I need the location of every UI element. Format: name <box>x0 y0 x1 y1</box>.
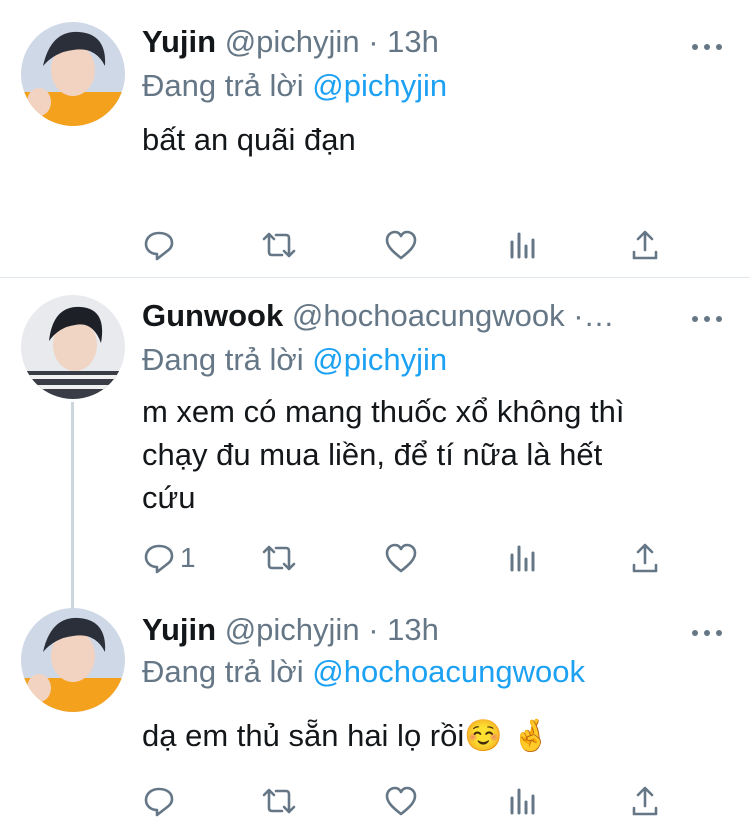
tweet-actions <box>142 228 682 262</box>
share-button[interactable] <box>630 784 660 818</box>
avatar-yujin[interactable] <box>21 608 125 712</box>
tweet-3[interactable]: Yujin @pichyjin · 13h Đang trả lời @hoch… <box>0 600 750 827</box>
timestamp[interactable]: 13h <box>387 24 439 59</box>
retweet-button[interactable] <box>260 784 298 818</box>
tweet-text-line: chạy đu mua liền, để tí nữa là hết <box>142 437 603 472</box>
retweet-icon <box>262 545 296 571</box>
replying-to: Đang trả lời @hochoacungwook <box>142 654 585 690</box>
more-icon[interactable] <box>692 312 722 326</box>
user-handle[interactable]: @pichyjin <box>225 24 360 59</box>
reply-icon <box>144 231 174 261</box>
user-handle[interactable]: @hochoacungwook <box>292 298 565 333</box>
display-name[interactable]: Yujin <box>142 24 216 59</box>
like-icon <box>385 786 417 816</box>
analytics-button[interactable] <box>508 541 538 575</box>
tweet-text: bất an quãi đạn <box>142 122 356 157</box>
share-icon <box>632 543 658 573</box>
tweet-text-line: m xem có mang thuốc xổ không thì <box>142 394 625 429</box>
avatar-gunwook[interactable] <box>21 295 125 399</box>
like-button[interactable] <box>384 228 418 262</box>
share-icon <box>632 786 658 816</box>
tweet-1[interactable]: Yujin @pichyjin · 13h Đang trả lời @pich… <box>0 0 750 277</box>
tweet-header: Yujin @pichyjin · 13h <box>142 24 690 60</box>
retweet-button[interactable] <box>260 541 298 575</box>
like-icon <box>385 543 417 573</box>
retweet-button[interactable] <box>260 228 298 262</box>
tweet-header: Gunwook @hochoacungwook ·… <box>142 298 690 334</box>
replying-to: Đang trả lời @pichyjin <box>142 68 447 104</box>
more-icon[interactable] <box>692 626 722 640</box>
avatar-image <box>21 22 125 126</box>
tweet-header: Yujin @pichyjin · 13h <box>142 612 690 648</box>
like-button[interactable] <box>384 541 418 575</box>
reply-count: 1 <box>180 542 196 573</box>
retweet-icon <box>262 232 296 258</box>
tweet-2[interactable]: Gunwook @hochoacungwook ·… Đang trả lời … <box>0 278 750 614</box>
reply-button[interactable] <box>142 228 180 262</box>
analytics-icon <box>510 545 535 572</box>
display-name[interactable]: Yujin <box>142 612 216 647</box>
thread-line <box>71 402 74 614</box>
analytics-icon <box>510 788 535 815</box>
tweet-text: m xem có mang thuốc xổ không thì chạy đu… <box>142 390 722 519</box>
user-handle[interactable]: @pichyjin <box>225 612 360 647</box>
avatar-image <box>21 608 125 712</box>
tweet-text: dạ em thủ sẵn hai lọ rồi☺️ 🤞 <box>142 718 551 753</box>
timestamp[interactable]: 13h <box>387 612 439 647</box>
mention-link[interactable]: @pichyjin <box>312 342 447 377</box>
mention-link[interactable]: @hochoacungwook <box>312 654 585 689</box>
replying-to-label: Đang trả lời <box>142 68 304 103</box>
reply-button[interactable] <box>142 784 180 818</box>
avatar-image <box>21 295 125 399</box>
reply-icon <box>144 544 174 574</box>
tweet-actions: 1 <box>142 541 682 575</box>
retweet-icon <box>262 788 296 814</box>
analytics-button[interactable] <box>508 784 538 818</box>
share-button[interactable] <box>630 228 660 262</box>
reply-icon <box>144 787 174 817</box>
like-icon <box>385 230 417 260</box>
share-icon <box>632 230 658 260</box>
replying-to: Đang trả lời @pichyjin <box>142 342 447 378</box>
tweet-text-line: cứu <box>142 480 196 515</box>
replying-to-label: Đang trả lời <box>142 654 304 689</box>
analytics-button[interactable] <box>508 228 538 262</box>
display-name[interactable]: Gunwook <box>142 298 283 333</box>
separator-dot: · <box>368 612 379 647</box>
replying-to-label: Đang trả lời <box>142 342 304 377</box>
mention-link[interactable]: @pichyjin <box>312 68 447 103</box>
like-button[interactable] <box>384 784 418 818</box>
analytics-icon <box>510 232 535 259</box>
avatar-yujin[interactable] <box>21 22 125 126</box>
tweet-actions <box>142 784 682 818</box>
share-button[interactable] <box>630 541 660 575</box>
more-icon[interactable] <box>692 40 722 54</box>
separator-dot: · <box>368 24 379 59</box>
reply-button[interactable]: 1 <box>142 541 196 575</box>
separator-dot: ·… <box>573 298 615 333</box>
